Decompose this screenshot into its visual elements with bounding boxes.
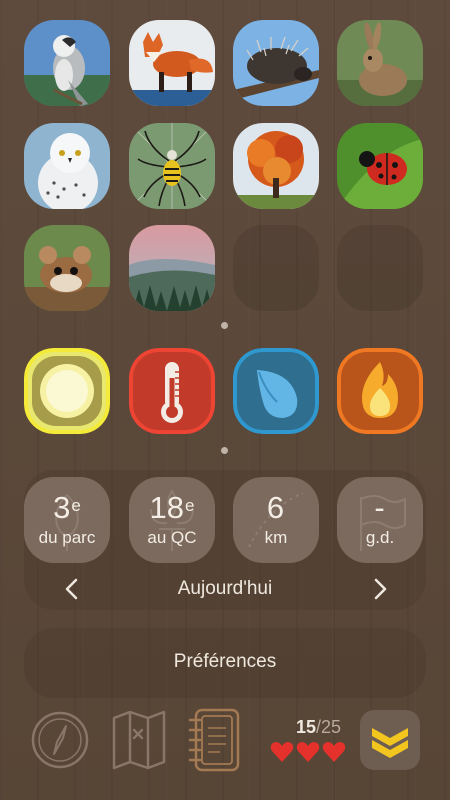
- preferences-label: Préférences: [173, 651, 277, 672]
- thermometer-icon: [129, 348, 215, 434]
- elevation-label: g.d.: [365, 528, 395, 547]
- page-indicator-dot: [221, 322, 228, 329]
- red-fox-image: [129, 20, 215, 106]
- page-indicator-dot: [221, 447, 228, 454]
- chevron-left-icon[interactable]: [58, 574, 86, 604]
- hare-image: [337, 20, 423, 106]
- mouse-image: [24, 225, 110, 311]
- compass-icon[interactable]: [30, 710, 90, 770]
- progress-current: 15: [296, 717, 317, 737]
- notebook-icon[interactable]: [186, 706, 246, 774]
- sun-icon: [24, 348, 110, 434]
- thermometer-button[interactable]: [129, 348, 215, 434]
- porcupine-image: [233, 20, 319, 106]
- hare-tile[interactable]: [337, 20, 423, 106]
- empty-slot: [337, 225, 423, 311]
- garden-spider-image: [129, 123, 215, 209]
- progress-total: 25: [321, 717, 342, 737]
- sun-button[interactable]: [24, 348, 110, 434]
- park-rank-stat: 3e du parc: [24, 477, 110, 563]
- heart-icon: [296, 742, 320, 762]
- maple-tree-image: [233, 123, 319, 209]
- park-rank-suffix: e: [71, 496, 81, 515]
- garden-spider-tile[interactable]: [129, 123, 215, 209]
- chevron-right-icon[interactable]: [366, 574, 394, 604]
- heart-icon: [322, 742, 346, 762]
- ladybug-image: [337, 123, 423, 209]
- water-drop-icon: [233, 348, 319, 434]
- park-rank-value: 3: [53, 490, 71, 525]
- water-drop-button[interactable]: [233, 348, 319, 434]
- snowy-owl-image: [24, 123, 110, 209]
- distance-stat: 6 km: [233, 477, 319, 563]
- ladybug-tile[interactable]: [337, 123, 423, 209]
- period-label: Aujourd'hui: [177, 578, 273, 599]
- porcupine-tile[interactable]: [233, 20, 319, 106]
- distance-value: 6: [266, 490, 285, 525]
- flame-icon: [337, 348, 423, 434]
- double-chevron-down-icon: [372, 728, 408, 758]
- lives-hearts: [270, 741, 350, 765]
- map-icon[interactable]: [108, 708, 170, 772]
- forest-landscape-image: [129, 225, 215, 311]
- red-fox-tile[interactable]: [129, 20, 215, 106]
- elevation-stat: - g.d.: [337, 477, 423, 563]
- flame-button[interactable]: [337, 348, 423, 434]
- mouse-tile[interactable]: [24, 225, 110, 311]
- province-rank-value: 18: [149, 490, 184, 525]
- heart-icon: [270, 742, 294, 762]
- progress-counter: 15/25: [296, 717, 341, 738]
- maple-tree-tile[interactable]: [233, 123, 319, 209]
- gray-jay-tile[interactable]: [24, 20, 110, 106]
- snowy-owl-tile[interactable]: [24, 123, 110, 209]
- empty-slot: [233, 225, 319, 311]
- province-rank-label: au QC: [147, 528, 197, 547]
- park-rank-label: du parc: [38, 528, 96, 547]
- elevation-value: -: [374, 490, 385, 525]
- province-rank-stat: 18e au QC: [129, 477, 215, 563]
- forest-landscape-tile[interactable]: [129, 225, 215, 311]
- province-rank-suffix: e: [185, 496, 195, 515]
- collapse-button[interactable]: [360, 710, 420, 770]
- distance-label: km: [264, 528, 288, 547]
- gray-jay-image: [24, 20, 110, 106]
